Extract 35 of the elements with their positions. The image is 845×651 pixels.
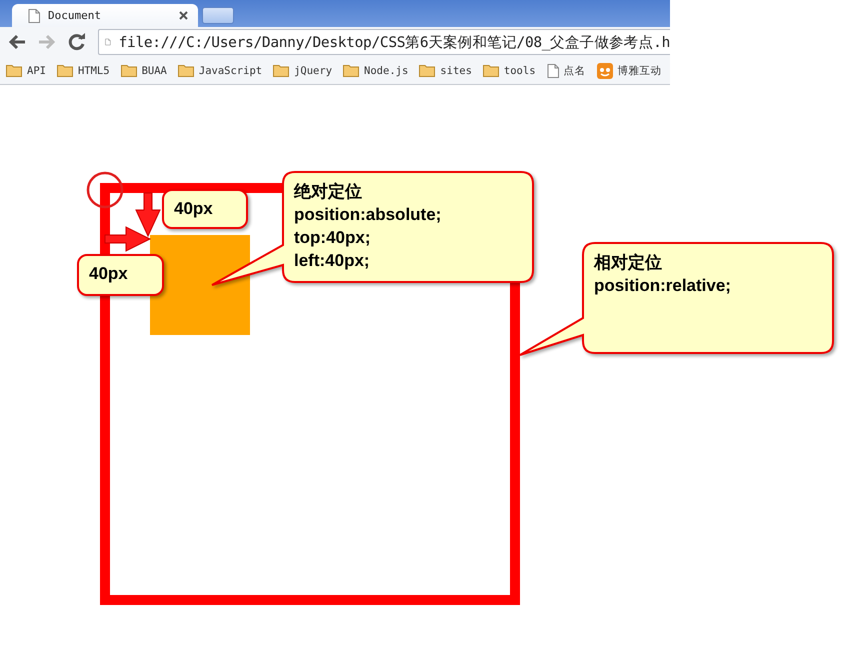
smiley-icon (596, 62, 613, 78)
callout-text: 40px (89, 264, 128, 284)
browser-tab[interactable]: Document (12, 4, 198, 27)
bookmark[interactable]: tools (482, 64, 536, 77)
page-icon (546, 64, 559, 78)
callout-text: 相对定位 position:relative; (594, 252, 731, 297)
folder-icon (419, 64, 436, 77)
folder-icon (120, 64, 137, 77)
back-icon[interactable] (8, 34, 26, 50)
reload-icon[interactable] (68, 33, 86, 51)
bookmark[interactable]: sites (419, 64, 472, 77)
bookmark[interactable]: 博雅互动 (596, 62, 662, 78)
page-icon (28, 8, 40, 22)
folder-icon (6, 64, 22, 77)
folder-icon (178, 64, 194, 77)
bookmark[interactable]: HTML5 (56, 64, 110, 77)
down-arrow (135, 192, 161, 238)
folder-icon (273, 64, 290, 77)
bookmark[interactable]: JavaScript (178, 64, 262, 77)
address-bar[interactable]: file:///C:/Users/Danny/Desktop/CSS第6天案例和笔记/08_父盒子做参考点.h (98, 29, 670, 55)
callout-text: 40px (174, 199, 213, 219)
bookmark[interactable]: API (6, 64, 46, 77)
bookmark[interactable]: BUAA (120, 64, 167, 77)
folder-icon (56, 64, 73, 77)
highlight-circle (86, 172, 124, 208)
close-icon[interactable] (179, 11, 188, 20)
bookmark[interactable]: 点名 (546, 64, 586, 78)
folder-icon (343, 64, 360, 77)
callout-text: 绝对定位 position:absolute; top:40px; left:40px; (294, 181, 442, 272)
bookmark[interactable]: jQuery (273, 64, 332, 77)
folder-icon (482, 64, 499, 77)
new-tab-button[interactable] (202, 7, 234, 24)
bookmark[interactable]: Node.js (343, 64, 408, 77)
tab-title: Document (48, 9, 102, 22)
right-arrow (104, 226, 152, 252)
